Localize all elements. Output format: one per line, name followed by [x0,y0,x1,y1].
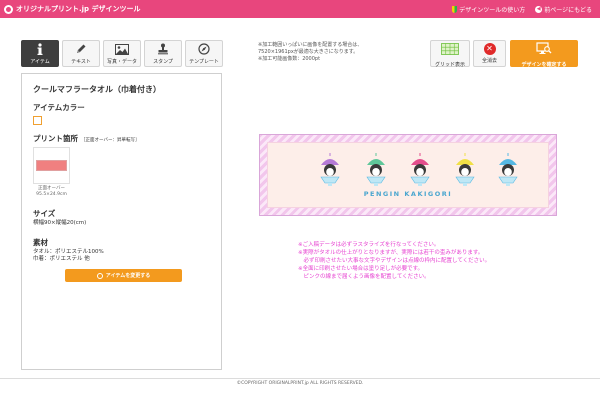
material-line: 巾着：ポリエステル 他 [33,256,90,262]
tab-stamp-label: スタンプ [153,58,173,65]
compass-icon [198,43,210,56]
change-item-button[interactable]: アイテムを変更する [65,269,182,282]
caution-line: 必ず印刷させたい大事な文字やデザインは点線の枠内に配置してください。 [298,258,491,264]
pen-icon [75,43,87,56]
print-area-thumbnail[interactable] [33,147,70,184]
header-links: デザインツールの使い方 ◀ 前ページにもどる [452,5,600,14]
print-area-heading: プリント箇所 ［正面オーバー：昇華転写］ [33,133,139,144]
print-area-sub: ［正面オーバー：昇華転写］ [81,138,140,143]
back-arrow-icon: ◀ [535,5,543,13]
notice-line: ※加工可能画像数：2000pt [258,56,321,62]
size-value: 横幅90×縦幅20(cm) [33,220,87,226]
beginner-mark-icon [452,5,458,13]
change-item-label: アイテムを変更する [105,273,151,279]
stamp-icon [157,43,169,56]
caution-line: ※ご入稿データは必ずラスタライズを行なってください。 [298,242,440,248]
change-item-icon [96,272,103,279]
tab-item[interactable]: アイテム [21,40,59,67]
help-link[interactable]: デザインツールの使い方 [452,5,525,14]
caution-line: ピンクの線まで届くよう画像を配置してください。 [298,274,430,280]
tab-template-label: テンプレート [189,58,219,65]
grid-toggle-label: グリッド表示 [434,61,465,68]
notice-line: 7520×1961pxが最適な大きさになります。 [258,49,359,55]
monitor-search-icon [536,40,552,59]
thumb-size: 95.5×24.9cm [36,192,67,197]
item-title: クールマフラータオル（巾着付き） [33,85,161,94]
design-caption: PENGIN KAKIGORI [363,190,453,198]
caution-line: ※実際がタオルの仕上がりとなりますが、実際には若干の歪みがあります。 [298,250,484,256]
material-line: タオル：ポリエステル100% [33,249,104,255]
shaved-ice-yellow-illustration [455,153,475,186]
item-color-heading: アイテムカラー [33,103,85,112]
caution-line: ※全面に印刷させたい場合は塗り足しが必要です。 [298,266,424,272]
help-link-label: デザインツールの使い方 [459,6,526,14]
material-heading: 素材 [33,238,48,247]
tab-stamp[interactable]: スタンプ [144,40,182,67]
footer-divider [0,378,600,379]
back-link[interactable]: ◀ 前ページにもどる [535,5,592,14]
confirm-design-button[interactable]: デザインを確定する [510,40,578,68]
shaved-ice-green-illustration [366,153,386,186]
grid-icon [441,40,459,59]
item-color-swatch[interactable] [33,116,42,125]
grid-toggle-button[interactable]: グリッド表示 [430,40,470,68]
clear-icon: ✕ [483,43,496,55]
tab-photo-data[interactable]: 写真・データ [103,40,141,67]
shaved-ice-pink-illustration [410,153,430,186]
shaved-ice-blue-illustration [498,153,518,186]
notice-line: ※加工範囲いっぱいに画像を配置する場合は、 [258,42,363,48]
tab-photo-data-label: 写真・データ [106,58,137,65]
print-area-preview [36,160,67,171]
logo-icon [4,4,13,14]
print-area-heading-text: プリント箇所 [33,134,78,143]
tab-template[interactable]: テンプレート [185,40,223,67]
shaved-ice-purple-illustration [320,153,340,186]
tool-tabs: アイテム テキスト 写真・データ スタンプ テンプレート [21,40,223,67]
image-icon [115,43,129,56]
footer-copyright: ©COPYRIGHT ORIGINALPRINT.jp ALL RIGHTS R… [236,381,364,386]
design-canvas[interactable]: PENGIN KAKIGORI [259,134,557,216]
size-heading: サイズ [33,209,56,218]
tab-text[interactable]: テキスト [62,40,100,67]
tab-text-label: テキスト [71,58,91,65]
back-link-label: 前ページにもどる [544,6,592,14]
clear-all-button[interactable]: ✕ 全消去 [473,40,506,67]
app-header: オリジナルプリント.jp デザインツール デザインツールの使い方 ◀ 前ページに… [0,0,600,18]
app-logo[interactable]: オリジナルプリント.jp デザインツール [16,4,141,14]
tab-item-label: アイテム [30,58,50,65]
print-notice: ※加工範囲いっぱいに画像を配置する場合は、 7520×1961pxが最適な大きさ… [258,42,362,63]
clear-all-label: 全消去 [481,58,497,64]
towel-design[interactable]: PENGIN KAKIGORI [267,142,549,208]
info-icon [36,42,44,56]
confirm-design-label: デザインを確定する [521,61,567,68]
item-panel: クールマフラータオル（巾着付き） アイテムカラー プリント箇所 ［正面オーバー：昇… [21,73,222,370]
caution-notes: ※ご入稿データは必ずラスタライズを行なってください。 ※実際がタオルの仕上がりと… [298,241,490,281]
